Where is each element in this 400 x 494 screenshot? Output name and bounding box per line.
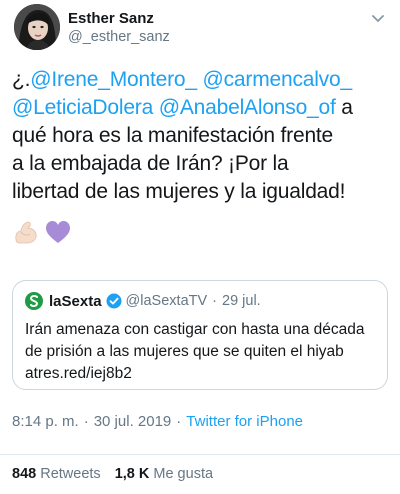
chevron-down-icon[interactable] — [370, 12, 386, 24]
quoted-tweet[interactable]: laSexta @laSextaTV · 29 jul. Irán amenaz… — [12, 280, 388, 390]
quoted-text-line: de prisión a las mujeres que se quiten e… — [25, 343, 344, 360]
verified-badge-icon — [106, 293, 122, 309]
quoted-tweet-header: laSexta @laSextaTV · 29 jul. — [25, 291, 261, 311]
quoted-separator: · — [212, 293, 218, 309]
tweet-text-line: qué hora es la manifestación frente — [12, 122, 394, 150]
tweet-text-segment: a — [335, 96, 353, 119]
avatar[interactable] — [14, 4, 60, 50]
tweet-text-line: @LeticiaDolera @AnabelAlonso_of a — [12, 94, 394, 122]
tweet-date: 30 jul. 2019 — [93, 413, 172, 430]
quoted-date: 29 jul. — [222, 293, 261, 309]
tweet-time: 8:14 p. m. — [12, 413, 79, 430]
likes-stat[interactable]: 1,8 K Me gusta — [115, 466, 213, 482]
mention-link[interactable]: @carmencalvo_ — [203, 68, 353, 91]
tweet-source-link[interactable]: Twitter for iPhone — [186, 413, 303, 430]
retweets-count: 848 — [12, 466, 37, 482]
tweet-header: Esther Sanz @_esther_sanz — [12, 4, 388, 52]
likes-label: Me gusta — [153, 466, 214, 482]
mention-link[interactable]: @LeticiaDolera — [12, 96, 153, 119]
tweet-text-line: libertad de las mujeres y la igualdad! — [12, 178, 394, 206]
tweet-text-segment: libertad de las mujeres y la igualdad! — [12, 180, 346, 203]
tweet-text-line: ¿.@Irene_Montero_ @carmencalvo_ — [12, 66, 394, 94]
author-handle[interactable]: @_esther_sanz — [68, 28, 170, 46]
tweet-text-line: a la embajada de Irán? ¡Por la — [12, 150, 394, 178]
retweets-label: Retweets — [40, 466, 101, 482]
quoted-author-name[interactable]: laSexta — [49, 293, 102, 310]
quoted-tweet-text: Irán amenaza con castigar con hasta una … — [25, 319, 381, 385]
divider — [0, 454, 400, 455]
mention-link[interactable]: @AnabelAlonso_of — [159, 96, 336, 119]
likes-count: 1,8 K — [114, 466, 150, 482]
author-names: Esther Sanz @_esther_sanz — [68, 10, 170, 46]
flexed-biceps-icon — [12, 218, 40, 246]
mention-link[interactable]: @Irene_Montero_ — [30, 68, 197, 91]
quoted-text-line: atres.red/iej8b2 — [25, 365, 132, 382]
quoted-text-line: Irán amenaza con castigar con hasta una … — [25, 321, 365, 338]
meta-separator: · — [83, 413, 89, 430]
meta-separator: · — [176, 413, 182, 430]
quoted-author-handle[interactable]: @laSextaTV — [126, 293, 208, 309]
author-display-name[interactable]: Esther Sanz — [68, 10, 170, 28]
tweet-meta: 8:14 p. m. · 30 jul. 2019 · Twitter for iPho… — [12, 413, 303, 430]
tweet-stats: 848 Retweets 1,8 K Me gusta — [12, 466, 213, 482]
tweet-emojis — [12, 218, 72, 246]
purple-heart-icon — [44, 218, 72, 246]
tweet-text-segment: qué hora es la manifestación frente — [12, 124, 334, 147]
tweet-text-segment: a la embajada de Irán? ¡Por la — [12, 152, 289, 175]
tweet-text-segment: ¿. — [12, 68, 31, 91]
retweets-stat[interactable]: 848 Retweets — [12, 466, 101, 482]
lasexta-logo-icon — [25, 292, 43, 310]
tweet-text: ¿.@Irene_Montero_ @carmencalvo_ @LeticiaD… — [12, 66, 394, 206]
